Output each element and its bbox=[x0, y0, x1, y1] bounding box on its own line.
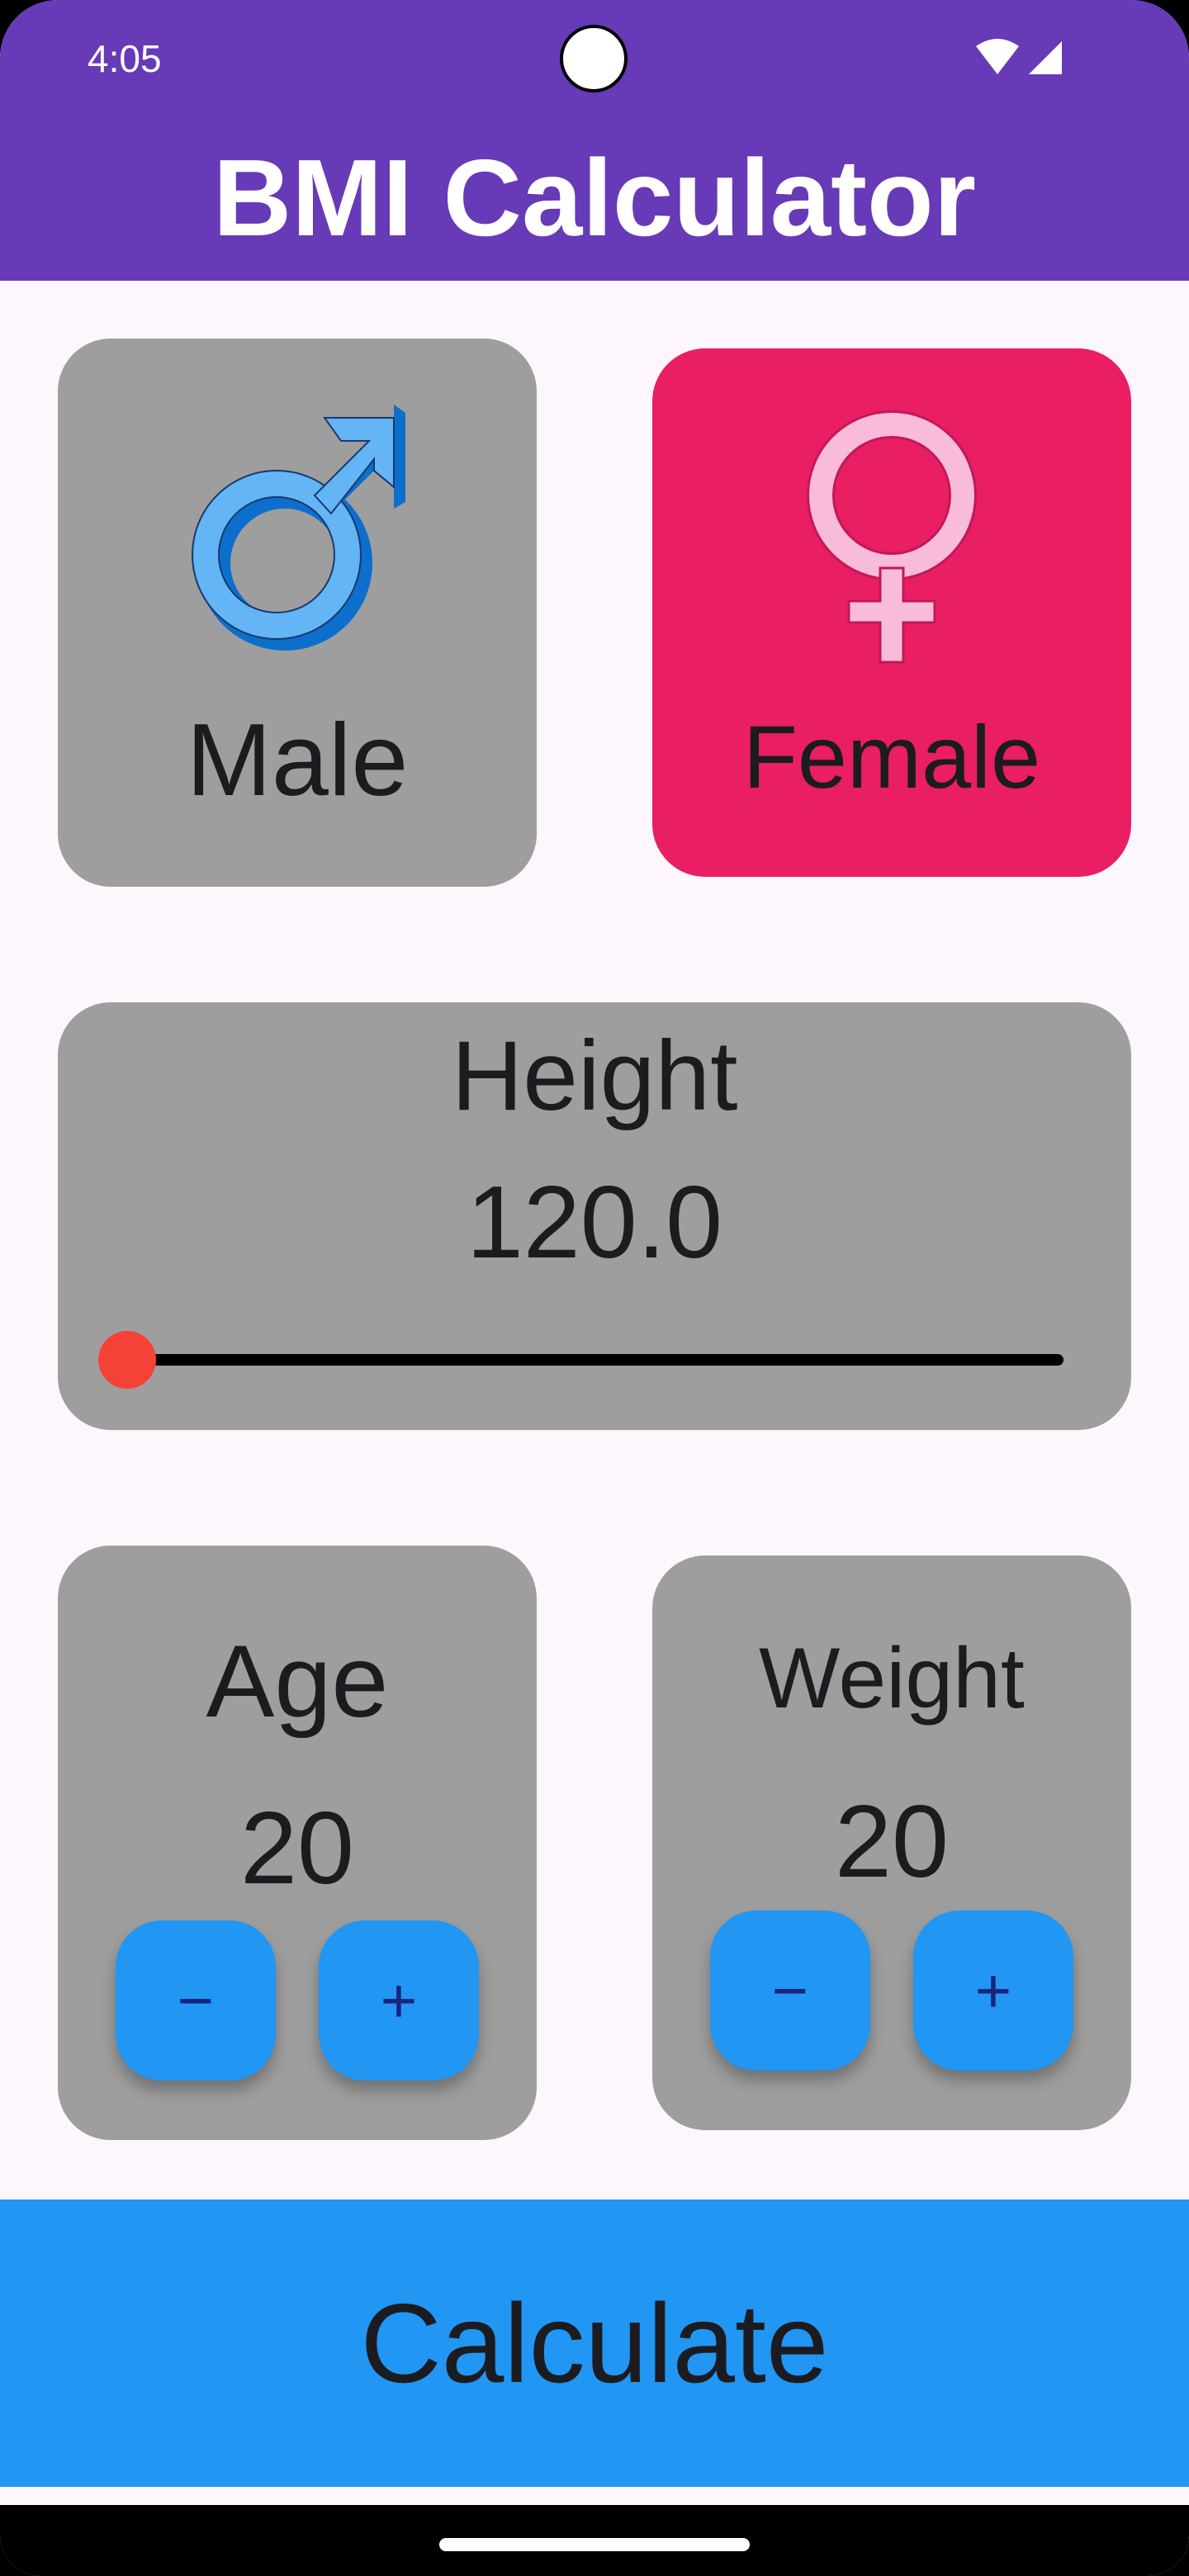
age-value: 20 bbox=[240, 1792, 354, 1906]
female-card[interactable]: Female bbox=[652, 348, 1131, 877]
height-card: Height 120.0 bbox=[58, 1002, 1131, 1430]
status-icons bbox=[976, 38, 1067, 79]
male-symbol-icon bbox=[58, 393, 537, 657]
weight-value: 20 bbox=[835, 1785, 949, 1899]
wifi-icon bbox=[976, 39, 1019, 74]
status-time: 4:05 bbox=[88, 37, 162, 80]
age-decrement-button[interactable]: − bbox=[116, 1920, 276, 2081]
female-symbol-icon bbox=[652, 406, 1131, 670]
app-bar: 4:05 BMI Calculator bbox=[0, 0, 1189, 281]
age-title: Age bbox=[206, 1625, 389, 1739]
gesture-handle[interactable] bbox=[439, 2538, 750, 2551]
female-label: Female bbox=[742, 707, 1041, 807]
male-card[interactable]: Male bbox=[58, 339, 537, 887]
age-card: Age 20 − + bbox=[58, 1546, 537, 2140]
height-slider-thumb[interactable] bbox=[98, 1331, 156, 1389]
weight-card: Weight 20 − + bbox=[652, 1556, 1131, 2130]
camera-cutout bbox=[560, 25, 628, 92]
male-label: Male bbox=[186, 703, 409, 817]
weight-increment-button[interactable]: + bbox=[913, 1911, 1073, 2071]
age-increment-button[interactable]: + bbox=[319, 1920, 479, 2081]
height-title: Height bbox=[451, 1020, 738, 1131]
weight-decrement-button[interactable]: − bbox=[710, 1911, 870, 2071]
weight-title: Weight bbox=[759, 1631, 1025, 1726]
system-navigation-bar bbox=[0, 2505, 1189, 2576]
app-title: BMI Calculator bbox=[212, 137, 977, 258]
cellular-signal-icon bbox=[1029, 41, 1062, 74]
height-slider-track[interactable] bbox=[127, 1354, 1063, 1366]
calculate-button[interactable]: Calculate bbox=[0, 2200, 1189, 2487]
app-screen: 4:05 BMI Calculator Male Female Height 1… bbox=[0, 0, 1189, 2576]
height-value: 120.0 bbox=[466, 1166, 723, 1280]
